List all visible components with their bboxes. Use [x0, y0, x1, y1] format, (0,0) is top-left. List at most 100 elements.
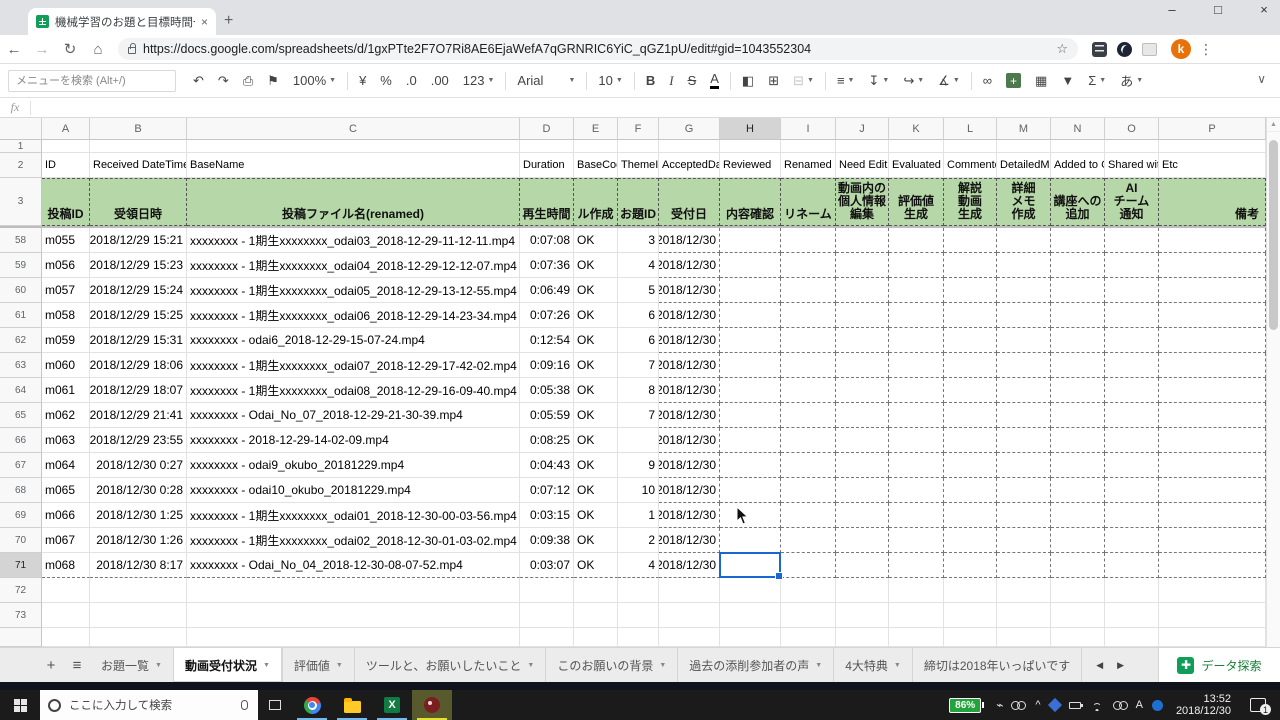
fill-color-icon[interactable]: ◧: [735, 69, 761, 93]
cell-M68[interactable]: [997, 478, 1051, 503]
cell-K72[interactable]: [889, 578, 944, 603]
cell-L63[interactable]: [944, 353, 997, 378]
cell-E70[interactable]: OK: [574, 528, 618, 553]
cell-M71[interactable]: [997, 553, 1051, 578]
cell-E67[interactable]: OK: [574, 453, 618, 478]
extension-icon[interactable]: [1142, 42, 1157, 56]
row-header-58[interactable]: 58: [0, 228, 42, 253]
taskbar-app-chrome[interactable]: [292, 690, 332, 720]
cell-I73[interactable]: [781, 603, 836, 628]
toolbar-collapse-chevron-icon[interactable]: ∨: [1257, 72, 1266, 86]
cell-L69[interactable]: [944, 503, 997, 528]
cell-F72[interactable]: [618, 578, 659, 603]
cell-N3[interactable]: 講座への 追加: [1051, 178, 1105, 226]
home-icon[interactable]: ⌂: [84, 41, 112, 58]
forward-icon[interactable]: →: [28, 41, 56, 58]
cell-M70[interactable]: [997, 528, 1051, 553]
minimize-button[interactable]: –: [1162, 2, 1182, 17]
increase-decimal-icon[interactable]: .00: [424, 69, 456, 93]
cell-B60[interactable]: 2018/12/29 15:24: [90, 278, 187, 303]
reload-icon[interactable]: ↻: [56, 40, 84, 58]
sheet-tab-6[interactable]: 過去の添削参加者の声 ▼: [678, 648, 835, 682]
column-header-F[interactable]: F: [618, 118, 659, 140]
cell-L3[interactable]: 解説 動画 生成: [944, 178, 997, 226]
cell-D61[interactable]: 0:07:26: [520, 303, 574, 328]
cell-N73[interactable]: [1051, 603, 1105, 628]
cell-H59[interactable]: [720, 253, 781, 278]
cell-F61[interactable]: 6: [618, 303, 659, 328]
cell-K68[interactable]: [889, 478, 944, 503]
cell-D[interactable]: [520, 628, 574, 647]
cell-G2[interactable]: AcceptedDat: [659, 153, 720, 178]
tab-scroll-left-icon[interactable]: ◀: [1096, 660, 1103, 671]
cell-I70[interactable]: [781, 528, 836, 553]
cell-A67[interactable]: m064: [42, 453, 90, 478]
cell-J3[interactable]: 動画内の 個人情報 編集: [836, 178, 889, 226]
column-header-I[interactable]: I: [781, 118, 836, 140]
font-size-select[interactable]: 10 ▼: [591, 69, 629, 93]
cell-M66[interactable]: [997, 428, 1051, 453]
cell-B66[interactable]: 2018/12/29 23:55: [90, 428, 187, 453]
cell-E71[interactable]: OK: [574, 553, 618, 578]
row-header-59[interactable]: 59: [0, 253, 42, 278]
cell-C71[interactable]: xxxxxxxx - Odai_No_04_2018-12-30-08-07-5…: [187, 553, 520, 578]
row-header-66[interactable]: 66: [0, 428, 42, 453]
cell-H58[interactable]: [720, 228, 781, 253]
cell-K61[interactable]: [889, 303, 944, 328]
microphone-icon[interactable]: [241, 700, 248, 710]
cell-I3[interactable]: リネーム: [781, 178, 836, 226]
cell-J66[interactable]: [836, 428, 889, 453]
cell-H73[interactable]: [720, 603, 781, 628]
cell-M62[interactable]: [997, 328, 1051, 353]
cell-F71[interactable]: 4: [618, 553, 659, 578]
sheet-tab-1[interactable]: お題一覧 ▼: [90, 648, 174, 682]
column-header-G[interactable]: G: [659, 118, 720, 140]
cell-P[interactable]: [1159, 628, 1266, 647]
cell-J68[interactable]: [836, 478, 889, 503]
row-header-61[interactable]: 61: [0, 303, 42, 328]
cell-N67[interactable]: [1051, 453, 1105, 478]
cell-A58[interactable]: m055: [42, 228, 90, 253]
cell-P60[interactable]: [1159, 278, 1266, 303]
cell-F60[interactable]: 5: [618, 278, 659, 303]
cell-B71[interactable]: 2018/12/30 8:17: [90, 553, 187, 578]
column-header-H[interactable]: H: [720, 118, 781, 140]
font-family-select[interactable]: Arial ▼: [510, 69, 582, 93]
address-bar[interactable]: https://docs.google.com/spreadsheets/d/1…: [118, 38, 1078, 60]
cell-C3[interactable]: 投稿ファイル名(renamed): [187, 178, 520, 226]
cell-G[interactable]: [659, 628, 720, 647]
row-header-1[interactable]: 1: [0, 140, 42, 153]
cell-N72[interactable]: [1051, 578, 1105, 603]
cell-A65[interactable]: m062: [42, 403, 90, 428]
cell-D72[interactable]: [520, 578, 574, 603]
cell-M2[interactable]: DetailedMe: [997, 153, 1051, 178]
cell-J1[interactable]: [836, 140, 889, 153]
cell-P72[interactable]: [1159, 578, 1266, 603]
cell-A2[interactable]: ID: [42, 153, 90, 178]
cell-N58[interactable]: [1051, 228, 1105, 253]
new-tab-button[interactable]: +: [224, 12, 233, 30]
column-header-J[interactable]: J: [836, 118, 889, 140]
cell-K63[interactable]: [889, 353, 944, 378]
cell-K2[interactable]: Evaluated: [889, 153, 944, 178]
row-header-62[interactable]: 62: [0, 328, 42, 353]
cell-B58[interactable]: 2018/12/29 15:21: [90, 228, 187, 253]
cell-H61[interactable]: [720, 303, 781, 328]
column-header-K[interactable]: K: [889, 118, 944, 140]
cell-G62[interactable]: 2018/12/30: [659, 328, 720, 353]
cell-D62[interactable]: 0:12:54: [520, 328, 574, 353]
profile-avatar[interactable]: k: [1171, 39, 1191, 59]
row-header-71[interactable]: 71: [0, 553, 42, 578]
cell-P59[interactable]: [1159, 253, 1266, 278]
cell-K58[interactable]: [889, 228, 944, 253]
add-sheet-button[interactable]: +: [38, 648, 64, 682]
cell-F65[interactable]: 7: [618, 403, 659, 428]
cell-M1[interactable]: [997, 140, 1051, 153]
cell-M72[interactable]: [997, 578, 1051, 603]
cell-I59[interactable]: [781, 253, 836, 278]
cortana-sphere-icon[interactable]: [1151, 699, 1163, 711]
cell-E59[interactable]: OK: [574, 253, 618, 278]
maximize-button[interactable]: □: [1208, 2, 1228, 17]
cell-B2[interactable]: Received DateTime: [90, 153, 187, 178]
format-currency-icon[interactable]: ¥: [352, 69, 373, 93]
